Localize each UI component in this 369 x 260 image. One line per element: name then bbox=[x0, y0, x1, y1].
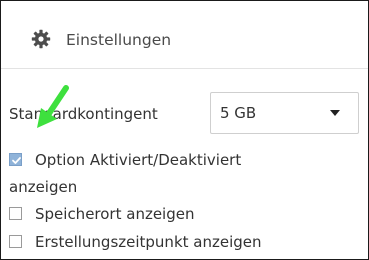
header-divider bbox=[1, 68, 368, 69]
default-quota-select[interactable]: 5 GB bbox=[210, 92, 359, 134]
chevron-down-icon[interactable] bbox=[330, 110, 340, 116]
option-toggle-checkbox[interactable] bbox=[9, 153, 22, 166]
show-storage-location-checkbox[interactable] bbox=[9, 207, 22, 220]
option-toggle-label-continued: anzeigen bbox=[9, 178, 78, 196]
gear-icon bbox=[31, 29, 51, 49]
panel-title: Einstellungen bbox=[66, 31, 172, 49]
show-creation-time-checkbox[interactable] bbox=[9, 235, 22, 248]
option-toggle-label: Option Aktiviert/Deaktiviert bbox=[35, 151, 242, 169]
panel-header: Einstellungen bbox=[1, 1, 368, 81]
show-storage-location-label: Speicherort anzeigen bbox=[35, 205, 195, 223]
settings-panel: Einstellungen Standardkontingent 5 GB Op… bbox=[0, 0, 369, 260]
default-quota-value: 5 GB bbox=[220, 104, 257, 122]
green-arrow-icon bbox=[31, 84, 71, 138]
show-creation-time-label: Erstellungszeitpunkt anzeigen bbox=[35, 233, 262, 251]
